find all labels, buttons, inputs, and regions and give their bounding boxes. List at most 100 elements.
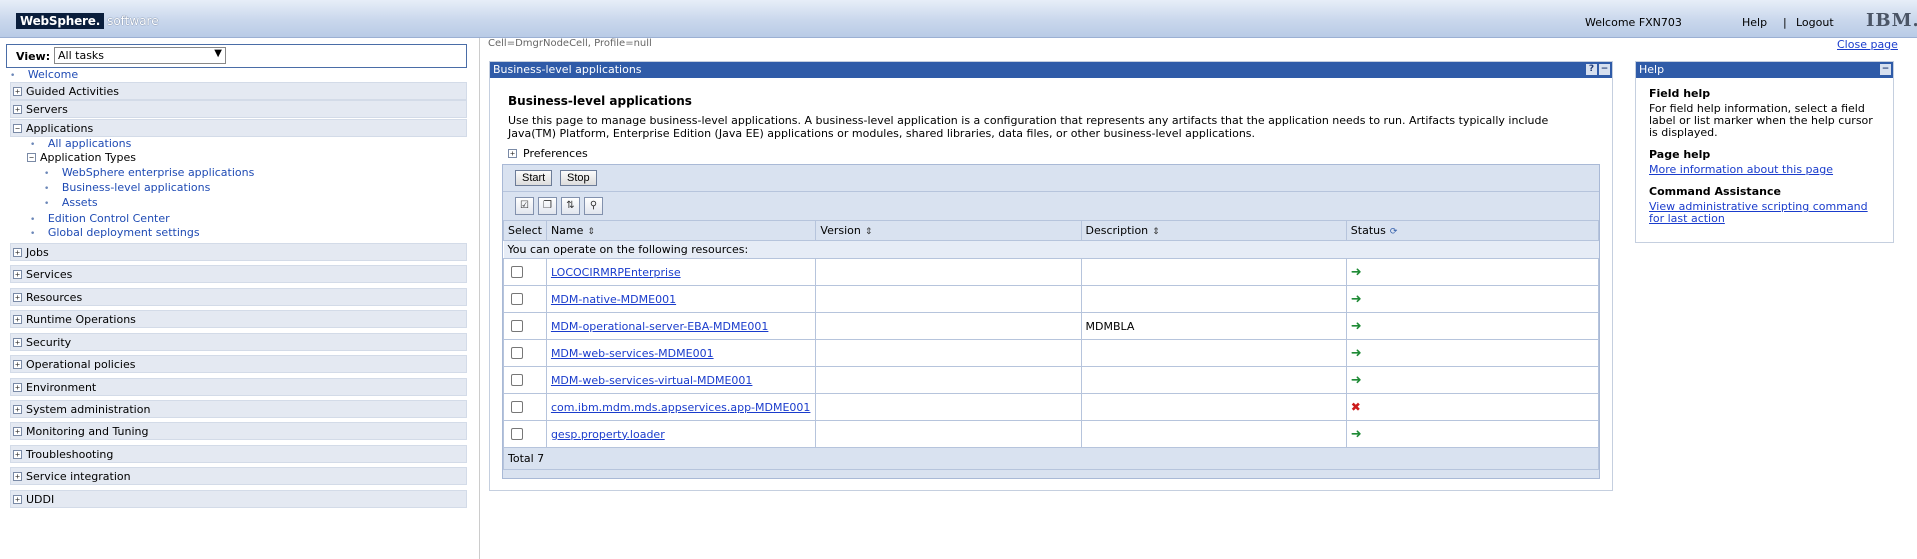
nav-cat-jobs[interactable]: + Jobs <box>10 243 467 261</box>
panel-title: Business-level applications <box>493 63 642 76</box>
help-question-icon[interactable]: ? <box>1586 64 1597 75</box>
expand-plus-icon: + <box>13 86 22 96</box>
refresh-icon[interactable]: ⟳ <box>1390 227 1398 237</box>
view-label: View: <box>16 50 51 63</box>
close-page-link[interactable]: Close page <box>1837 38 1898 51</box>
status-running-icon: ➜ <box>1350 372 1362 388</box>
sort-icon[interactable]: ⇕ <box>587 227 595 237</box>
nav-item-global-deployment-settings[interactable]: Global deployment settings <box>30 226 200 239</box>
preferences-toggle[interactable]: + Preferences <box>508 147 588 160</box>
column-header-version[interactable]: Version ⇕ <box>815 220 1082 241</box>
minimize-icon[interactable]: − <box>1880 64 1891 75</box>
show-filter-icon[interactable]: ⇅ <box>561 197 580 215</box>
nav-cat-applications[interactable]: − Applications <box>10 119 467 137</box>
nav-item-welcome[interactable]: Welcome <box>10 68 78 81</box>
nav-cat-label: Jobs <box>26 245 49 259</box>
minimize-icon[interactable]: − <box>1599 64 1610 75</box>
clear-filter-icon[interactable]: ⚲ <box>584 197 603 215</box>
help-panel-title: Help <box>1639 63 1665 76</box>
application-name-link[interactable]: gesp.property.loader <box>551 428 665 441</box>
nav-cat-guided-activities[interactable]: + Guided Activities <box>10 82 467 100</box>
application-name-link[interactable]: MDM-operational-server-EBA-MDME001 <box>551 320 768 333</box>
row-checkbox[interactable] <box>511 401 523 413</box>
deselect-all-icon[interactable]: ❐ <box>538 197 557 215</box>
view-select[interactable]: All tasks ▼ <box>54 47 226 64</box>
nav-cat-label: Resources <box>26 290 83 304</box>
application-description <box>1080 420 1347 448</box>
welcome-user-text: Welcome FXN703 <box>1585 16 1682 29</box>
application-version <box>815 420 1082 448</box>
application-name-link[interactable]: MDM-native-MDME001 <box>551 293 676 306</box>
nav-item-websphere-enterprise-applications[interactable]: WebSphere enterprise applications <box>44 166 255 179</box>
nav-item-application-types[interactable]: − Application Types <box>25 151 136 164</box>
nav-item-all-applications[interactable]: All applications <box>30 137 132 150</box>
total-count: Total 7 <box>503 447 1599 470</box>
start-button[interactable]: Start <box>515 170 553 186</box>
row-checkbox[interactable] <box>511 293 523 305</box>
nav-cat-runtime-operations[interactable]: + Runtime Operations <box>10 310 467 328</box>
nav-cat-label: Troubleshooting <box>26 447 114 461</box>
nav-cat-troubleshooting[interactable]: + Troubleshooting <box>10 445 467 463</box>
application-name-link[interactable]: com.ibm.mdm.mds.appservices.app-MDME001 <box>551 401 810 414</box>
help-link[interactable]: Help <box>1742 16 1767 29</box>
nav-item-assets[interactable]: Assets <box>44 196 98 209</box>
command-assistance-link[interactable]: View administrative scripting command fo… <box>1649 200 1868 225</box>
ibm-logo: IBM. <box>1866 10 1917 31</box>
column-header-name[interactable]: Name ⇕ <box>545 220 817 241</box>
sort-icon[interactable]: ⇕ <box>1152 227 1160 237</box>
nav-cat-service-integration[interactable]: + Service integration <box>10 467 467 485</box>
expand-plus-icon: + <box>13 292 22 302</box>
sort-icon[interactable]: ⇕ <box>865 227 873 237</box>
application-name-link[interactable]: MDM-web-services-virtual-MDME001 <box>551 374 752 387</box>
row-checkbox[interactable] <box>511 374 523 386</box>
chevron-down-icon: ▼ <box>214 48 222 59</box>
expand-plus-icon: + <box>13 104 22 114</box>
row-checkbox[interactable] <box>511 266 523 278</box>
nav-cat-security[interactable]: + Security <box>10 333 467 351</box>
collapse-minus-icon: − <box>27 153 36 162</box>
expand-plus-icon: + <box>13 471 22 481</box>
nav-cat-services[interactable]: + Services <box>10 265 467 283</box>
expand-plus-icon: + <box>13 337 22 347</box>
nav-cat-servers[interactable]: + Servers <box>10 100 467 118</box>
table-row: LOCOCIRMRPEnterprise ➜ <box>503 258 1600 286</box>
application-description <box>1080 393 1347 421</box>
brand-main: WebSphere. <box>16 13 105 29</box>
column-header-description[interactable]: Description ⇕ <box>1080 220 1347 241</box>
command-assistance-title: Command Assistance <box>1649 185 1781 198</box>
status-running-icon: ➜ <box>1350 345 1362 361</box>
status-running-icon: ➜ <box>1350 264 1362 280</box>
nav-cat-label: Service integration <box>26 469 131 483</box>
nav-cat-label: Services <box>26 267 73 281</box>
application-name-link[interactable]: LOCOCIRMRPEnterprise <box>551 266 681 279</box>
nav-cat-operational-policies[interactable]: + Operational policies <box>10 355 467 373</box>
nav-cat-uddi[interactable]: + UDDI <box>10 490 467 508</box>
nav-cat-label: Operational policies <box>26 357 136 371</box>
nav-cat-system-administration[interactable]: + System administration <box>10 400 467 418</box>
logout-link[interactable]: Logout <box>1796 16 1834 29</box>
nav-cat-resources[interactable]: + Resources <box>10 288 467 306</box>
nav-item-label: All applications <box>47 137 132 150</box>
nav-cat-label: Applications <box>26 121 94 135</box>
row-checkbox[interactable] <box>511 320 523 332</box>
nav-cat-label: Environment <box>26 380 97 394</box>
column-header-label: Status <box>1350 224 1386 237</box>
stop-button[interactable]: Stop <box>560 170 597 186</box>
page-help-title: Page help <box>1649 148 1711 161</box>
expand-plus-icon: + <box>13 404 22 414</box>
application-description: MDMBLA <box>1080 312 1347 340</box>
column-header-label: Name <box>550 224 584 237</box>
nav-item-edition-control-center[interactable]: Edition Control Center <box>30 212 170 225</box>
row-checkbox[interactable] <box>511 428 523 440</box>
select-all-icon[interactable]: ☑ <box>515 197 534 215</box>
page-help-link[interactable]: More information about this page <box>1649 163 1833 176</box>
field-help-text: For field help information, select a fie… <box>1649 102 1873 139</box>
nav-cat-label: Security <box>26 335 72 349</box>
nav-item-business-level-applications[interactable]: Business-level applications <box>44 181 211 194</box>
application-name-link[interactable]: MDM-web-services-MDME001 <box>551 347 714 360</box>
nav-cat-monitoring-and-tuning[interactable]: + Monitoring and Tuning <box>10 422 467 440</box>
row-checkbox[interactable] <box>511 347 523 359</box>
nav-cat-environment[interactable]: + Environment <box>10 378 467 396</box>
table-row: MDM-native-MDME001 ➜ <box>503 285 1600 313</box>
business-level-applications-panel: Business-level applications ? − Business… <box>489 61 1613 491</box>
